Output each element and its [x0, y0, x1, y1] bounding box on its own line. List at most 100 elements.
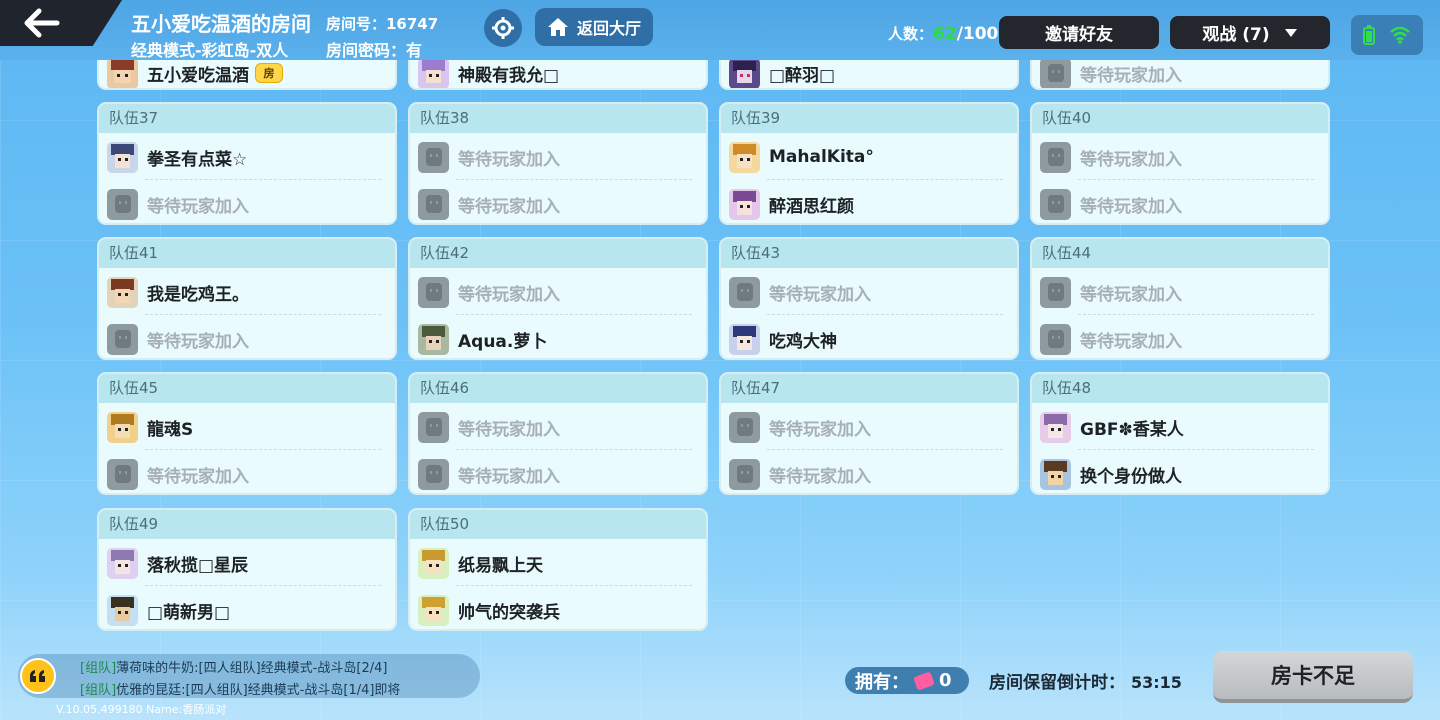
player-name: GBF✽香某人 [1080, 419, 1184, 440]
player-avatar [107, 594, 138, 626]
chat-quote-icon[interactable] [20, 658, 56, 694]
team-card: 队伍45 龍魂S 等待玩家加入 [97, 372, 397, 495]
player-name: 等待玩家加入 [458, 284, 560, 305]
player-slot[interactable]: 换个身份做人 [1040, 457, 1322, 491]
team-card: 队伍44 等待玩家加入 等待玩家加入 [1030, 237, 1330, 360]
player-slot[interactable]: 等待玩家加入 [1040, 140, 1322, 174]
player-slot[interactable]: Aqua.萝卜 [418, 322, 700, 356]
player-slot[interactable]: 等待玩家加入 [418, 187, 700, 221]
slot-divider [145, 449, 381, 450]
player-slot[interactable]: 等待玩家加入 [1040, 60, 1322, 88]
player-slot[interactable]: 等待玩家加入 [418, 275, 700, 309]
player-slot[interactable]: 落秋揽□星辰 [107, 546, 389, 580]
player-slot[interactable]: 帅气的突袭兵 [418, 593, 700, 627]
team-name: 队伍40 [1032, 104, 1328, 133]
player-avatar [107, 411, 138, 443]
player-avatar [107, 276, 138, 308]
team-name: 队伍39 [721, 104, 1017, 133]
player-count-max: /100 [956, 24, 999, 44]
empty-avatar-icon [1040, 188, 1071, 220]
chat-message: [组队]薄荷味的牛奶:[四人组队]经典模式-战斗岛[2/4] [80, 657, 387, 676]
room-mode: 经典模式-彩虹岛-双人 [131, 41, 289, 60]
player-slot[interactable]: 等待玩家加入 [418, 457, 700, 491]
player-slot[interactable]: 等待玩家加入 [1040, 275, 1322, 309]
team-name: 队伍43 [721, 239, 1017, 268]
player-slot[interactable]: 龍魂S [107, 410, 389, 444]
player-name: 等待玩家加入 [1080, 149, 1182, 170]
slot-divider [767, 314, 1003, 315]
team-card: 队伍39 MahalKita° 醉酒思红颜 [719, 102, 1019, 225]
player-slot[interactable]: 等待玩家加入 [107, 322, 389, 356]
player-count-label: 人数： [888, 25, 934, 43]
player-name: 等待玩家加入 [458, 419, 560, 440]
slot-divider [1078, 314, 1314, 315]
slot-divider [767, 449, 1003, 450]
empty-avatar-icon [1040, 141, 1071, 173]
player-slot[interactable]: 纸易飘上天 [418, 546, 700, 580]
player-slot[interactable]: 我是吃鸡王。 [107, 275, 389, 309]
player-avatar [418, 323, 449, 355]
player-name: 拳圣有点菜☆ [147, 149, 248, 170]
team-name: 队伍38 [410, 104, 706, 133]
wifi-icon [1390, 26, 1410, 44]
team-card: 队伍43 等待玩家加入 吃鸡大神 [719, 237, 1019, 360]
team-card-partial-4: 等待玩家加入 [1030, 60, 1330, 90]
player-slot[interactable]: □萌新男□ [107, 593, 389, 627]
timer-label: 房间保留倒计时： [989, 673, 1125, 693]
player-slot[interactable]: □醉羽□ [729, 60, 1011, 88]
player-name: 换个身份做人 [1080, 466, 1182, 487]
insufficient-room-card-button[interactable]: 房卡不足 [1213, 651, 1413, 703]
return-lobby-button[interactable]: 返回大厅 [535, 8, 653, 46]
back-button[interactable] [0, 0, 122, 46]
player-name: 等待玩家加入 [458, 466, 560, 487]
chat-panel[interactable]: [组队]薄荷味的牛奶:[四人组队]经典模式-战斗岛[2/4] [组队]优雅的昆廷… [18, 654, 480, 698]
player-slot[interactable]: 等待玩家加入 [107, 187, 389, 221]
team-card: 队伍48 GBF✽香某人 换个身份做人 [1030, 372, 1330, 495]
player-slot[interactable]: 醉酒思红颜 [729, 187, 1011, 221]
team-name: 队伍46 [410, 374, 706, 403]
player-slot[interactable]: GBF✽香某人 [1040, 410, 1322, 444]
team-card-partial-2: 神殿有我允□ [408, 60, 708, 90]
player-slot[interactable]: 等待玩家加入 [729, 457, 1011, 491]
chat-text: 优雅的昆廷:[四人组队]经典模式-战斗岛[1/4]即将 [116, 683, 401, 698]
player-name: 等待玩家加入 [769, 284, 871, 305]
invite-friends-button[interactable]: 邀请好友 [999, 16, 1159, 49]
player-avatar [418, 594, 449, 626]
player-name: 五小爱吃温酒 [147, 65, 249, 86]
player-name: 帅气的突袭兵 [458, 602, 560, 623]
player-slot[interactable]: 五小爱吃温酒 房 [107, 60, 389, 88]
empty-avatar-icon [107, 458, 138, 490]
player-slot[interactable]: 等待玩家加入 [1040, 322, 1322, 356]
player-name: □醉羽□ [769, 65, 836, 86]
player-avatar [107, 141, 138, 173]
empty-avatar-icon [107, 323, 138, 355]
device-status [1351, 15, 1423, 55]
home-icon [547, 18, 568, 36]
player-name: 等待玩家加入 [769, 466, 871, 487]
gear-icon [492, 17, 514, 39]
player-slot[interactable]: 等待玩家加入 [1040, 187, 1322, 221]
team-card: 队伍40 等待玩家加入 等待玩家加入 [1030, 102, 1330, 225]
empty-avatar-icon [418, 141, 449, 173]
empty-avatar-icon [418, 411, 449, 443]
player-name: 纸易飘上天 [458, 555, 543, 576]
team-card: 队伍49 落秋揽□星辰 □萌新男□ [97, 508, 397, 631]
return-lobby-label: 返回大厅 [576, 19, 641, 38]
empty-avatar-icon [418, 188, 449, 220]
room-password: 房间密码：有 [326, 41, 423, 60]
player-slot[interactable]: 等待玩家加入 [729, 410, 1011, 444]
spectate-dropdown[interactable]: 观战 (7) [1170, 16, 1330, 49]
player-slot[interactable]: MahalKita° [729, 140, 1011, 174]
player-slot[interactable]: 等待玩家加入 [729, 275, 1011, 309]
slot-divider [767, 179, 1003, 180]
player-slot[interactable]: 神殿有我允□ [418, 60, 700, 88]
empty-avatar-icon [107, 188, 138, 220]
player-slot[interactable]: 等待玩家加入 [418, 410, 700, 444]
player-slot[interactable]: 等待玩家加入 [107, 457, 389, 491]
player-slot[interactable]: 等待玩家加入 [418, 140, 700, 174]
player-slot[interactable]: 吃鸡大神 [729, 322, 1011, 356]
player-name: 吃鸡大神 [769, 331, 837, 352]
player-name: 等待玩家加入 [769, 419, 871, 440]
player-slot[interactable]: 拳圣有点菜☆ [107, 140, 389, 174]
settings-button[interactable] [484, 9, 522, 47]
